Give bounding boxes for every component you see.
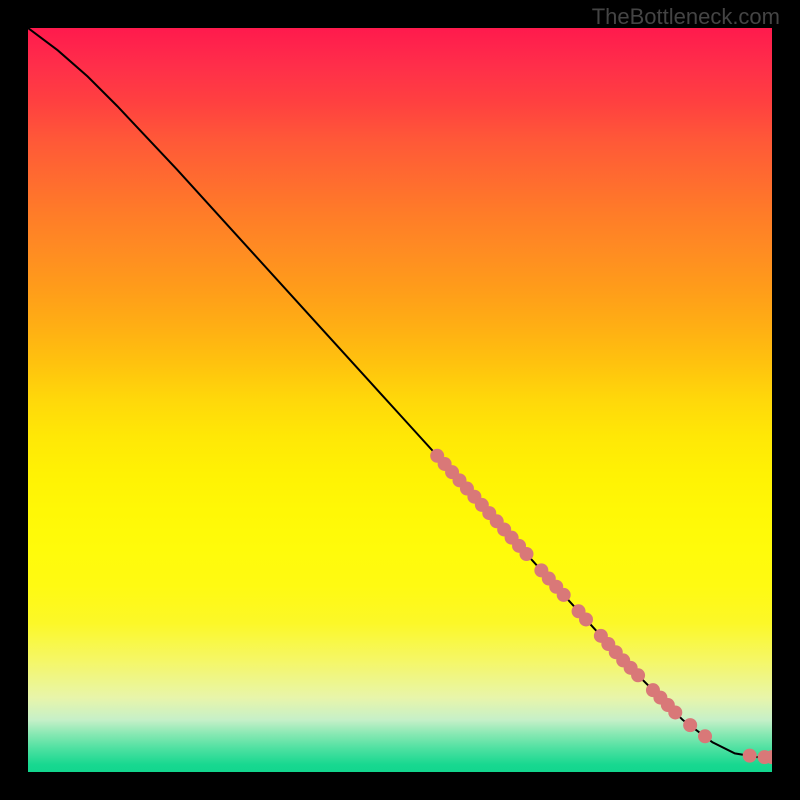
bottleneck-curve — [28, 28, 772, 757]
curve-layer — [28, 28, 772, 757]
markers-layer — [430, 449, 772, 764]
watermark-text: TheBottleneck.com — [592, 4, 780, 30]
data-marker — [668, 705, 682, 719]
data-marker — [683, 718, 697, 732]
data-marker — [519, 547, 533, 561]
data-marker — [557, 588, 571, 602]
plot-area — [28, 28, 772, 772]
data-marker — [698, 729, 712, 743]
chart-container: TheBottleneck.com — [0, 0, 800, 800]
chart-overlay — [28, 28, 772, 772]
data-marker — [579, 612, 593, 626]
data-marker — [743, 749, 757, 763]
data-marker — [631, 668, 645, 682]
